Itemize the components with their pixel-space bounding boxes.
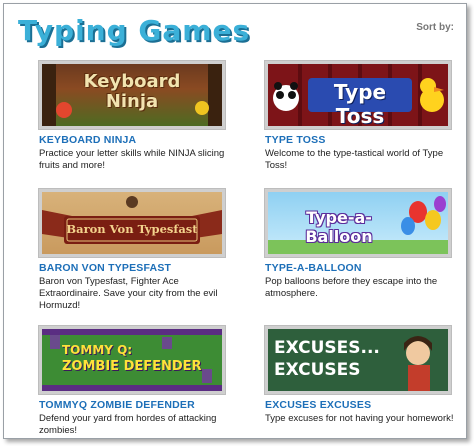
game-title[interactable]: TOMMYQ ZOMBIE DEFENDER — [39, 399, 239, 411]
game-card-tommyq-zombie-defender[interactable]: TOMMY Q: ZOMBIE DEFENDER TOMMYQ ZOMBIE D… — [39, 326, 239, 437]
type-toss-logo: Type Toss — [333, 80, 387, 128]
game-title[interactable]: TYPE-A-BALLOON — [265, 262, 465, 274]
game-title[interactable]: KEYBOARD NINJA — [39, 134, 239, 146]
tommyq-zombie-defender-thumbnail[interactable]: TOMMY Q: ZOMBIE DEFENDER — [39, 326, 225, 394]
game-title[interactable]: BARON VON TYPESFAST — [39, 262, 239, 274]
keyboard-ninja-thumbnail[interactable]: Keyboard Ninja — [39, 61, 225, 129]
game-card-baron-von-typesfast[interactable]: Baron Von Typesfast BARON VON TYPESFAST … — [39, 189, 239, 312]
page-title: Typing Games — [18, 14, 251, 47]
baron-von-typesfast-logo: Baron Von Typesfast — [66, 222, 198, 236]
game-card-keyboard-ninja[interactable]: Keyboard Ninja KEYBOARD NINJA Practice y… — [39, 61, 239, 172]
game-card-type-a-balloon[interactable]: Type-a-Balloon TYPE-A-BALLOON Pop balloo… — [265, 189, 465, 300]
games-panel: Typing Games Sort by: Keyboard Ninja KEY… — [3, 3, 467, 439]
game-description: Practice your letter skills while NINJA … — [39, 148, 225, 171]
sort-by-label[interactable]: Sort by: — [416, 22, 454, 33]
game-card-excuses-excuses[interactable]: EXCUSES... EXCUSES EXCUSES EXCUSES Type … — [265, 326, 465, 425]
game-description: Type excuses for not having your homewor… — [265, 413, 454, 424]
game-title[interactable]: TYPE TOSS — [265, 134, 465, 146]
excuses-excuses-thumbnail[interactable]: EXCUSES... EXCUSES — [265, 326, 451, 394]
type-a-balloon-logo: Type-a-Balloon — [305, 208, 373, 246]
game-description: Defend your yard from hordes of attackin… — [39, 413, 217, 436]
type-a-balloon-thumbnail[interactable]: Type-a-Balloon — [265, 189, 451, 257]
game-description: Pop balloons before they escape into the… — [265, 276, 438, 299]
keyboard-ninja-logo: Keyboard Ninja — [83, 71, 181, 112]
game-card-type-toss[interactable]: Type Toss TYPE TOSS Welcome to the type-… — [265, 61, 465, 172]
tommyq-logo-line-2: ZOMBIE DEFENDER — [62, 359, 202, 374]
game-title[interactable]: EXCUSES EXCUSES — [265, 399, 465, 411]
game-description: Baron von Typesfast, Fighter Ace Extraor… — [39, 276, 218, 311]
tommyq-logo-line-1: TOMMY Q: — [62, 343, 133, 357]
baron-von-typesfast-thumbnail[interactable]: Baron Von Typesfast — [39, 189, 225, 257]
type-toss-thumbnail[interactable]: Type Toss — [265, 61, 451, 129]
game-description: Welcome to the type-tastical world of Ty… — [265, 148, 444, 171]
excuses-excuses-logo: EXCUSES... EXCUSES — [274, 338, 380, 380]
